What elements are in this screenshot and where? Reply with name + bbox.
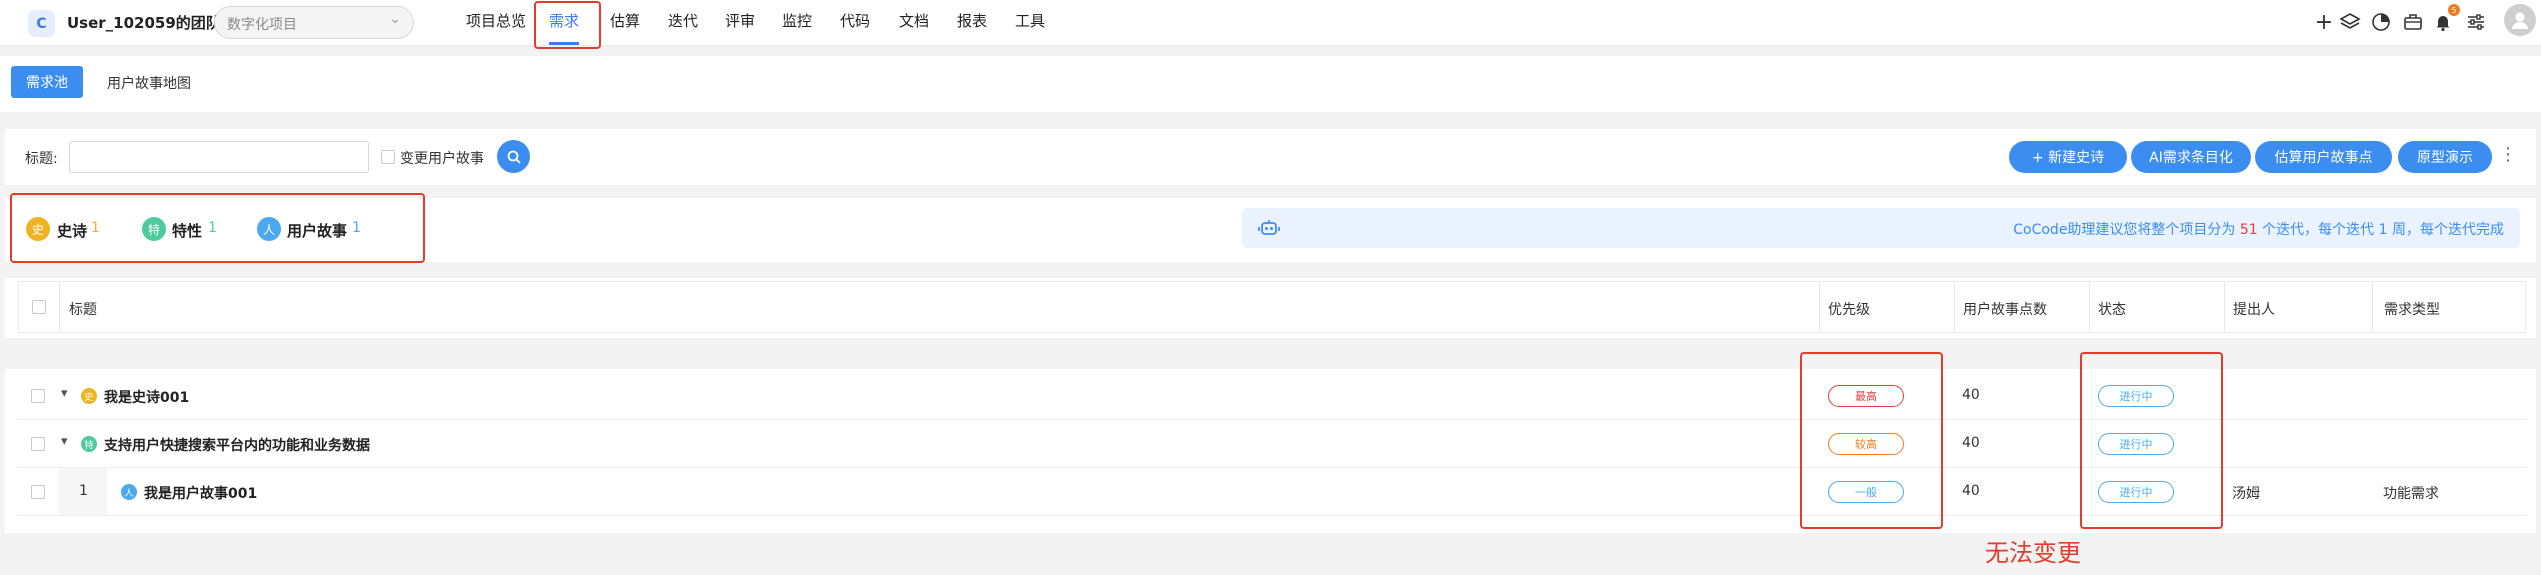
- layers-icon[interactable]: [2337, 9, 2363, 35]
- nav-code[interactable]: 代码: [840, 10, 870, 31]
- project-select[interactable]: 数字化项目 ⌄: [214, 6, 414, 39]
- nav-review[interactable]: 评审: [725, 10, 755, 31]
- search-icon: [507, 150, 521, 164]
- nav-reports[interactable]: 报表: [957, 10, 987, 31]
- column-header-proposer[interactable]: 提出人: [2233, 299, 2275, 319]
- story-points: 40: [1962, 435, 1980, 451]
- ai-itemize-button[interactable]: AI需求条目化: [2131, 141, 2251, 173]
- row-index: 1: [79, 483, 88, 499]
- new-epic-button[interactable]: + 新建史诗: [2009, 141, 2127, 173]
- feature-icon: 特: [81, 436, 97, 452]
- chevron-down-icon: ⌄: [389, 11, 401, 27]
- notification-badge: 5: [2448, 4, 2460, 16]
- table-header-card: 标题 优先级 用户故事点数 状态 提出人 需求类型: [5, 278, 2536, 338]
- sub-tabs-bar: 需求池 用户故事地图: [0, 56, 2541, 112]
- tab-requirement-pool[interactable]: 需求池: [11, 66, 83, 98]
- requirement-type: 功能需求: [2383, 486, 2439, 502]
- settings-sliders-icon[interactable]: [2463, 9, 2489, 35]
- row-checkbox[interactable]: [31, 485, 45, 499]
- proposer: 汤姆: [2232, 486, 2260, 502]
- column-header-type[interactable]: 需求类型: [2384, 299, 2440, 319]
- assistant-banner: CoCode助理建议您将整个项目分为 51 个迭代，每个迭代 1 周，每个迭代完…: [1242, 208, 2520, 248]
- pie-chart-icon[interactable]: [2368, 9, 2394, 35]
- column-header-status[interactable]: 状态: [2098, 299, 2126, 319]
- column-divider: [1819, 282, 1820, 332]
- team-name[interactable]: User_102059的团队: [67, 12, 221, 33]
- assistant-suggestion-text: CoCode助理建议您将整个项目分为 51 个迭代，每个迭代 1 周，每个迭代完…: [2013, 222, 2504, 238]
- prototype-demo-button[interactable]: 原型演示: [2398, 141, 2492, 173]
- change-story-checkbox[interactable]: [381, 150, 395, 164]
- column-divider: [2224, 282, 2225, 332]
- column-divider: [2372, 282, 2373, 332]
- filter-bar: 标题: 变更用户故事 + 新建史诗 AI需求条目化 估算用户故事点 原型演示 ⋮: [5, 129, 2536, 185]
- plus-icon[interactable]: +: [2311, 9, 2337, 35]
- app-logo[interactable]: C: [28, 10, 55, 37]
- highlight-stats: [10, 193, 425, 263]
- more-options-icon[interactable]: ⋮: [2499, 144, 2517, 165]
- column-header-priority[interactable]: 优先级: [1828, 299, 1870, 319]
- iteration-weeks: 1: [2378, 222, 2388, 238]
- project-select-placeholder: 数字化项目: [227, 17, 297, 33]
- column-header-title[interactable]: 标题: [69, 299, 97, 319]
- nav-docs[interactable]: 文档: [899, 10, 929, 31]
- user-story-icon: 人: [121, 484, 137, 500]
- epic-icon: 史: [81, 388, 97, 404]
- iteration-count: 51: [2239, 222, 2258, 238]
- nav-overview[interactable]: 项目总览: [466, 10, 526, 31]
- top-bar: C User_102059的团队 数字化项目 ⌄ 项目总览 需求 估算 迭代 评…: [0, 0, 2541, 46]
- nav-iteration[interactable]: 迭代: [668, 10, 698, 31]
- row-title[interactable]: 我是史诗001: [104, 387, 189, 407]
- select-all-checkbox[interactable]: [32, 300, 46, 314]
- highlight-status-column: [2080, 352, 2223, 529]
- column-divider: [59, 282, 60, 332]
- title-filter-input[interactable]: [69, 141, 369, 173]
- user-avatar-icon[interactable]: [2504, 4, 2536, 36]
- story-points: 40: [1962, 387, 1980, 403]
- tab-story-map[interactable]: 用户故事地图: [107, 73, 191, 93]
- search-button[interactable]: [497, 140, 530, 173]
- annotation-cannot-change: 无法变更: [1985, 539, 2081, 567]
- row-title[interactable]: 支持用户快捷搜索平台内的功能和业务数据: [104, 435, 370, 455]
- row-checkbox[interactable]: [31, 389, 45, 403]
- column-divider: [1954, 282, 1955, 332]
- robot-icon: [1256, 216, 1282, 240]
- column-divider: [2089, 282, 2090, 332]
- title-filter-label: 标题:: [25, 151, 58, 167]
- highlight-nav-requirements: [534, 1, 601, 49]
- estimate-story-points-button[interactable]: 估算用户故事点: [2255, 141, 2392, 173]
- change-story-label: 变更用户故事: [400, 151, 484, 167]
- nav-tools[interactable]: 工具: [1015, 10, 1045, 31]
- nav-monitor[interactable]: 监控: [782, 10, 812, 31]
- table-header-row: 标题 优先级 用户故事点数 状态 提出人 需求类型: [18, 281, 2526, 333]
- row-title[interactable]: 我是用户故事001: [144, 483, 257, 503]
- row-checkbox[interactable]: [31, 437, 45, 451]
- chevron-down-icon[interactable]: ▾: [61, 434, 68, 449]
- briefcase-icon[interactable]: [2400, 9, 2426, 35]
- chevron-down-icon[interactable]: ▾: [61, 386, 68, 401]
- column-header-story-points[interactable]: 用户故事点数: [1963, 299, 2047, 319]
- highlight-priority-column: [1800, 352, 1943, 529]
- nav-estimate[interactable]: 估算: [610, 10, 640, 31]
- story-points: 40: [1962, 483, 1980, 499]
